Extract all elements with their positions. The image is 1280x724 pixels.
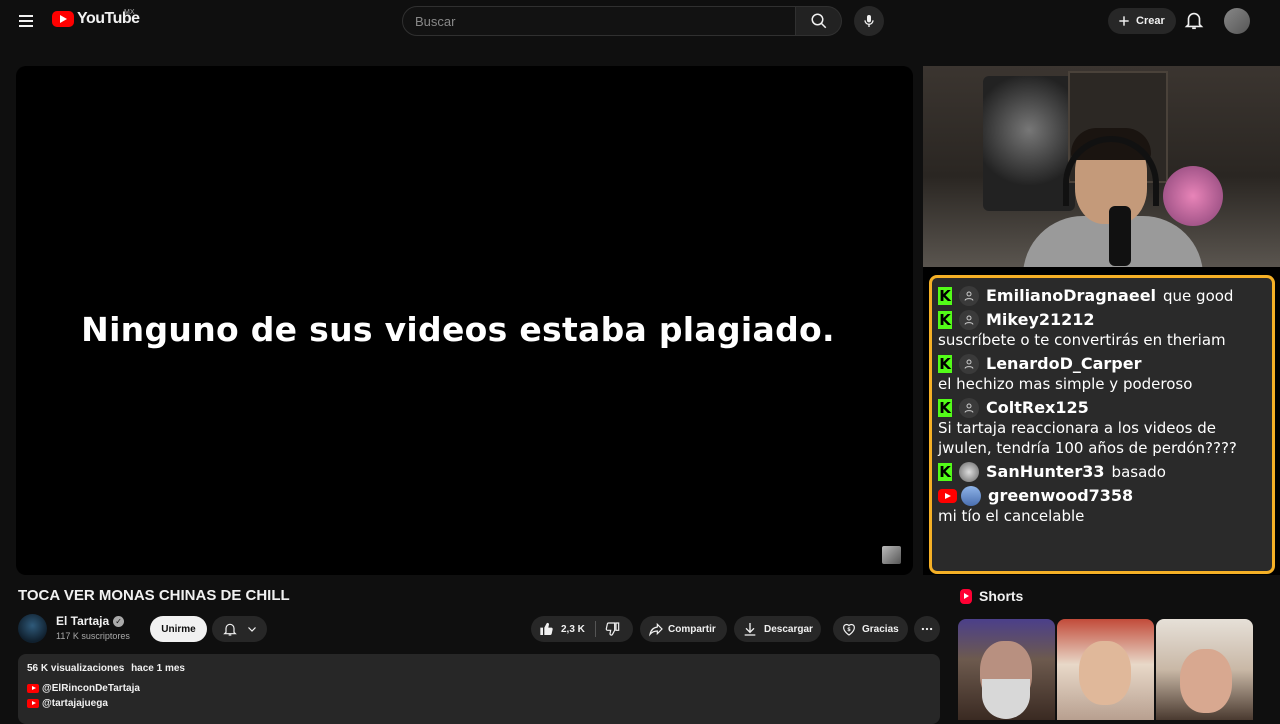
more-icon — [921, 627, 933, 631]
kick-icon: K — [938, 287, 952, 305]
chat-message: K SanHunter33 basado — [938, 462, 1266, 482]
menu-icon[interactable] — [14, 9, 38, 33]
chat-text: Si tartaja reaccionara a los videos de j… — [938, 419, 1237, 457]
channel-name-row[interactable]: El Tartaja ✓ — [56, 614, 125, 628]
subscription-bell-button[interactable] — [212, 616, 267, 642]
short-thumbnail[interactable] — [958, 619, 1055, 720]
chat-user-avatar — [959, 310, 979, 330]
more-actions-button[interactable] — [914, 616, 940, 642]
join-button[interactable]: Unirme — [150, 616, 207, 642]
chat-message: greenwood7358 mi tío el cancelable — [938, 486, 1266, 526]
kick-icon: K — [938, 355, 952, 373]
user-avatar[interactable] — [1224, 8, 1250, 34]
download-icon — [744, 623, 756, 636]
shorts-label: Shorts — [979, 588, 1024, 604]
top-bar: YouTube MX Crear — [0, 0, 1280, 42]
youtube-icon — [938, 489, 957, 503]
chat-user-avatar — [959, 462, 979, 482]
player-corner-thumbnail — [882, 546, 901, 564]
short-thumbnail[interactable] — [1156, 619, 1253, 720]
youtube-logo-icon — [52, 11, 74, 27]
shorts-icon — [960, 588, 972, 604]
share-icon — [648, 622, 663, 637]
chat-user-avatar — [959, 354, 979, 374]
chat-user-avatar — [961, 486, 981, 506]
description-link[interactable]: @ElRinconDeTartaja — [27, 683, 931, 694]
channel-avatar[interactable] — [18, 614, 47, 643]
share-button[interactable]: Compartir — [640, 616, 727, 642]
description-link[interactable]: @tartajajuega — [27, 698, 931, 709]
subscriber-count: 117 K suscriptores — [56, 631, 130, 641]
link-text[interactable]: @ElRinconDeTartaja — [42, 683, 140, 694]
shorts-heading: Shorts — [960, 588, 1023, 604]
chat-username: EmilianoDragnaeel — [986, 286, 1157, 305]
link-text[interactable]: @tartajajuega — [42, 698, 108, 709]
description-box[interactable]: 56 K visualizaciones hace 1 mes @ElRinco… — [18, 654, 940, 724]
search-button[interactable] — [796, 6, 842, 36]
search-input[interactable] — [415, 13, 795, 29]
chat-username: greenwood7358 — [988, 486, 1134, 505]
like-count[interactable]: 2,3 K — [561, 624, 585, 635]
upload-date: hace 1 mes — [131, 663, 185, 674]
plus-icon — [1119, 16, 1129, 26]
chat-text: mi tío el cancelable — [938, 507, 1085, 525]
svg-text:$: $ — [847, 627, 851, 633]
search-box — [402, 6, 796, 36]
voice-search-button[interactable] — [854, 6, 884, 36]
chat-user-avatar — [959, 398, 979, 418]
bell-icon — [222, 623, 237, 636]
download-label: Descargar — [764, 623, 813, 635]
create-label: Crear — [1136, 15, 1165, 27]
thanks-button[interactable]: $ Gracias — [833, 616, 908, 642]
microphone-icon — [864, 15, 874, 27]
thanks-heart-icon: $ — [843, 623, 855, 636]
chat-message: K ColtRex125 Si tartaja reaccionara a los … — [938, 398, 1266, 458]
chat-username: Mikey21212 — [986, 310, 1095, 329]
youtube-logo[interactable]: YouTube MX — [52, 9, 140, 28]
youtube-icon — [27, 699, 39, 708]
like-dislike-group: 2,3 K — [531, 616, 633, 642]
chat-message: K Mikey21212 suscríbete o te convertirás e… — [938, 310, 1266, 350]
view-count: 56 K visualizaciones — [27, 663, 125, 674]
chat-username: LenardoD_Carper — [986, 354, 1142, 373]
chat-message: K LenardoD_Carperel hechizo mas simple y … — [938, 354, 1266, 394]
video-caption: Ninguno de sus videos estaba plagiado. — [81, 310, 835, 349]
like-icon[interactable] — [539, 621, 555, 637]
logo-country: MX — [124, 9, 135, 16]
chat-text: basado — [1111, 463, 1166, 481]
chat-text: suscríbete o te convertirás en theriam — [938, 331, 1226, 349]
chat-username: ColtRex125 — [986, 398, 1089, 417]
notifications-button[interactable] — [1183, 9, 1205, 31]
create-button[interactable]: Crear — [1108, 8, 1176, 34]
verified-icon: ✓ — [113, 615, 125, 627]
share-label: Compartir — [668, 623, 716, 635]
bell-icon — [1184, 12, 1204, 30]
chat-username: SanHunter33 — [986, 462, 1105, 481]
kick-icon: K — [938, 311, 952, 329]
chat-message: K EmilianoDragnaeel que good — [938, 286, 1266, 306]
short-thumbnail[interactable] — [1057, 619, 1154, 720]
dislike-icon[interactable] — [604, 621, 620, 637]
chevron-down-icon — [247, 627, 256, 632]
chat-text: el hechizo mas simple y poderoso — [938, 375, 1193, 393]
chat-user-avatar — [959, 286, 979, 306]
stream-chat-overlay: K EmilianoDragnaeel que good K Mikey21212 sus… — [929, 275, 1275, 574]
search-icon — [811, 13, 826, 29]
kick-icon: K — [938, 399, 952, 417]
thanks-label: Gracias — [862, 623, 899, 635]
description-meta: 56 K visualizaciones hace 1 mes — [27, 663, 931, 674]
kick-icon: K — [938, 463, 952, 481]
chat-text: que good — [1163, 287, 1234, 305]
video-title: TOCA VER MONAS CHINAS DE CHILL — [18, 587, 290, 604]
youtube-icon — [27, 684, 39, 693]
webcam-feed — [923, 66, 1280, 267]
download-button[interactable]: Descargar — [734, 616, 821, 642]
channel-name[interactable]: El Tartaja — [56, 614, 109, 628]
